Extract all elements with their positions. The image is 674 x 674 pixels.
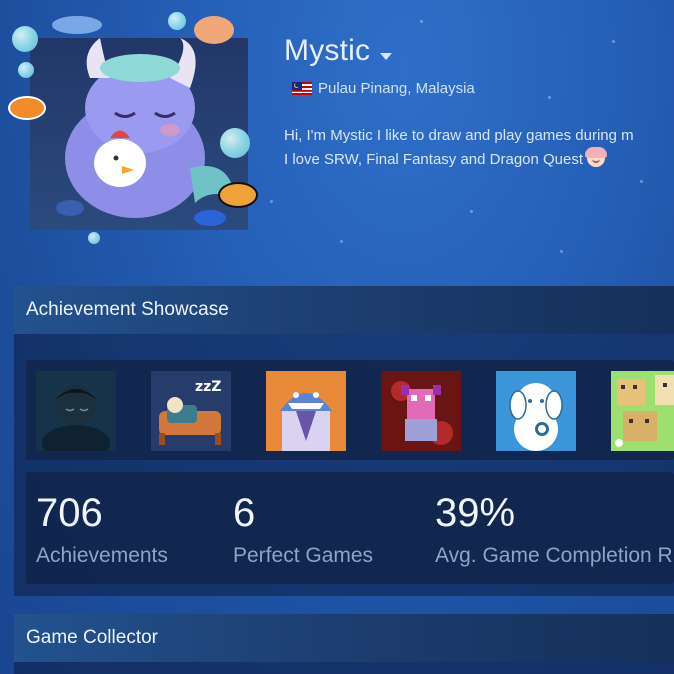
stat-label: Perfect Games bbox=[233, 544, 374, 567]
persona-name: Mystic bbox=[284, 34, 371, 67]
summary-line-2-text: I love SRW, Final Fantasy and Dragon Que… bbox=[284, 151, 584, 168]
stat-value: 706 bbox=[36, 491, 103, 535]
chevron-down-icon bbox=[380, 52, 393, 60]
achievement-showcase: Achievement Showcase zzZ 706 Achievement… bbox=[14, 286, 674, 596]
blue-fish-icon bbox=[52, 16, 102, 34]
profile-location: Pulau Pinang, Malaysia bbox=[292, 80, 475, 97]
summary-line-2: I love SRW, Final Fantasy and Dragon Que… bbox=[284, 147, 674, 172]
avatar-frame bbox=[30, 38, 248, 230]
anime-girl-emoticon-icon bbox=[585, 147, 608, 167]
shark-in-suit-icon[interactable] bbox=[266, 371, 346, 451]
stat-achievements[interactable]: 706 Achievements bbox=[36, 490, 168, 568]
achievement-icons-row: zzZ bbox=[26, 360, 674, 460]
sleeping-in-bed-zzz-icon[interactable]: zzZ bbox=[151, 371, 231, 451]
game-collector-title: Game Collector bbox=[14, 614, 674, 662]
summary-line-1: Hi, I'm Mystic I like to draw and play g… bbox=[284, 127, 634, 144]
dark-sleeping-boy-icon[interactable] bbox=[36, 371, 116, 451]
location-text: Pulau Pinang, Malaysia bbox=[318, 80, 475, 97]
stat-perfect-games[interactable]: 6 Perfect Games bbox=[233, 490, 373, 568]
pixel-dogs-icon[interactable] bbox=[611, 371, 674, 451]
white-dog-ribbon-icon[interactable] bbox=[496, 371, 576, 451]
stat-label: Avg. Game Completion R bbox=[435, 544, 673, 567]
clownfish-icon bbox=[8, 96, 46, 120]
stat-label: Achievements bbox=[36, 544, 168, 567]
sleeping-monster-avatar-icon bbox=[56, 38, 235, 226]
svg-text:zzZ: zzZ bbox=[195, 379, 221, 395]
stat-avg-completion: 39% Avg. Game Completion R bbox=[435, 490, 673, 568]
profile-avatar[interactable] bbox=[8, 10, 260, 250]
profile-summary: Hi, I'm Mystic I like to draw and play g… bbox=[284, 124, 674, 172]
persona-name-dropdown[interactable]: Mystic bbox=[284, 34, 393, 68]
stat-value: 39% bbox=[435, 491, 516, 535]
malaysia-flag-icon bbox=[292, 82, 312, 95]
achievement-showcase-title: Achievement Showcase bbox=[14, 286, 674, 334]
achievement-stats: 706 Achievements 6 Perfect Games 39% Avg… bbox=[26, 472, 674, 584]
stat-value: 6 bbox=[233, 491, 256, 535]
game-collector: Game Collector bbox=[14, 614, 674, 674]
pink-demon-icon[interactable] bbox=[381, 371, 461, 451]
tropical-fish-icon bbox=[218, 182, 258, 208]
pufferfish-icon bbox=[194, 16, 234, 44]
